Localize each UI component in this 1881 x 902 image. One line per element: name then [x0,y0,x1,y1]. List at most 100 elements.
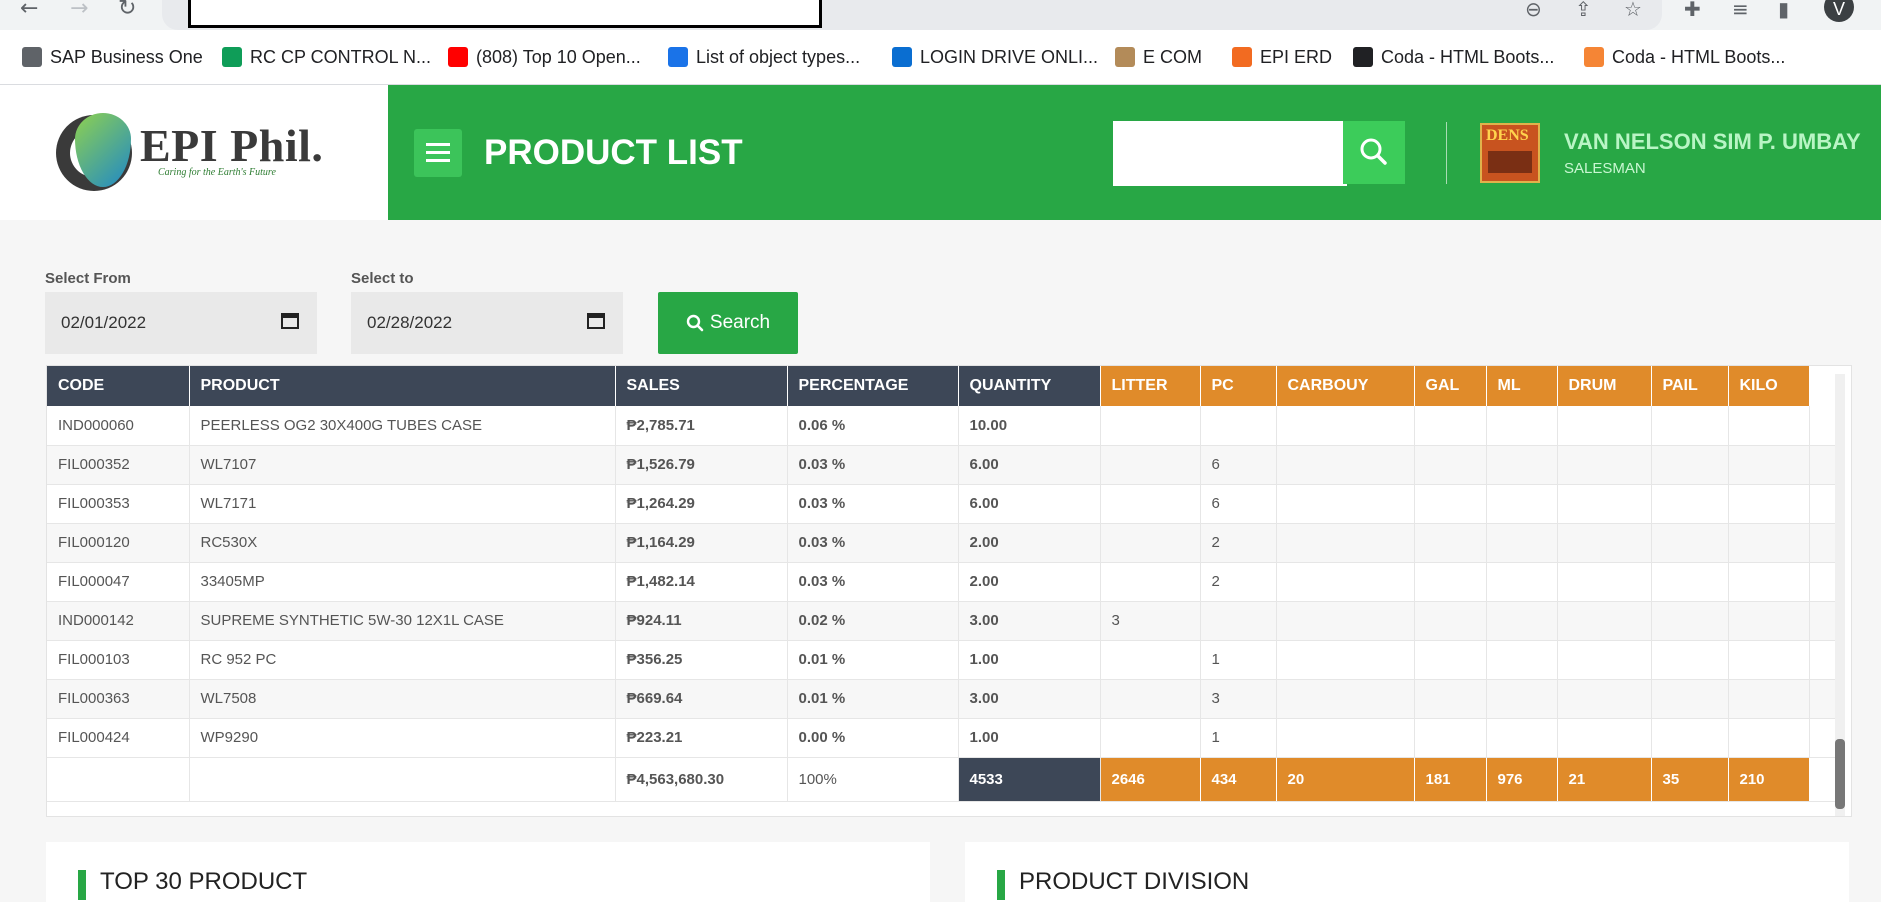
total-kilo: 210 [1728,757,1810,802]
cell-kilo [1728,523,1810,563]
cell-code: FIL000352 [47,445,190,485]
column-header-percentage[interactable]: PERCENTAGE [787,366,959,406]
table-row[interactable]: FIL000103 RC 952 PC ₱356.25 0.01 % 1.00 1 [47,640,1840,680]
forward-arrow-icon[interactable]: → [70,0,88,20]
cell-pail [1651,523,1729,563]
search-input[interactable] [1113,121,1347,186]
side-panel-icon[interactable]: ▮ [1778,0,1789,19]
cell-sales: ₱2,785.71 [615,406,788,446]
total-pail: 35 [1651,757,1729,802]
bookmark-item[interactable]: LOGIN DRIVE ONLI... [892,44,1098,70]
bookmark-item[interactable]: SAP Business One [22,44,203,70]
to-date-input[interactable]: 02/28/2022 [351,292,623,354]
star-icon[interactable]: ☆ [1624,0,1642,19]
column-header-kilo[interactable]: KILO [1728,366,1810,406]
bookmark-item[interactable]: List of object types... [668,44,860,70]
card-accent [997,870,1005,900]
cell-percentage: 0.01 % [787,679,959,719]
ecom-icon [1115,47,1135,67]
product-table: CODE PRODUCT SALES PERCENTAGE QUANTITY LITTER… [47,366,1840,802]
erd-icon [1232,47,1252,67]
product-division-title: PRODUCT DIVISION [1019,868,1250,895]
bookmark-label: EPI ERD [1260,46,1333,67]
column-header-sales[interactable]: SALES [615,366,788,406]
column-header-code[interactable]: CODE [47,366,190,406]
card-accent [78,870,86,900]
bookmark-item[interactable]: Coda - HTML Boots... [1353,44,1554,70]
total-litter: 2646 [1100,757,1201,802]
profile-avatar[interactable]: V [1824,0,1854,22]
cell-pc: 1 [1200,640,1277,680]
table-row[interactable]: IND000142 SUPREME SYNTHETIC 5W-30 12X1L C… [47,601,1840,641]
cell-quantity: 10.00 [958,406,1101,446]
cell-gal [1414,406,1487,446]
scrollbar-thumb[interactable] [1835,739,1845,809]
calendar-icon[interactable] [281,313,299,329]
cell-carbouy [1276,562,1415,602]
extensions-icon[interactable]: ✚ [1684,0,1701,19]
cell-kilo [1728,718,1810,758]
bookmark-item[interactable]: Coda - HTML Boots... [1584,44,1785,70]
column-header-product[interactable]: PRODUCT [189,366,616,406]
column-header-carbouy[interactable]: CARBOUY [1276,366,1415,406]
cell-drum [1557,718,1652,758]
cell-litter [1100,406,1201,446]
date-search-button[interactable]: Search [658,292,798,354]
share-icon[interactable]: ⇪ [1575,0,1592,19]
cell-pail [1651,679,1729,719]
cell-carbouy [1276,523,1415,563]
column-header-pc[interactable]: PC [1200,366,1277,406]
media-icon[interactable]: ≡ [1732,0,1749,19]
cell-drum [1557,562,1652,602]
cell-pc: 2 [1200,562,1277,602]
back-arrow-icon[interactable]: ← [20,0,38,20]
cell-product: RC 952 PC [189,640,616,680]
cell-code: FIL000363 [47,679,190,719]
header-divider [1446,122,1447,184]
youtube-icon [448,47,468,67]
table-row[interactable]: FIL000120 RC530X ₱1,164.29 0.03 % 2.00 2 [47,523,1840,563]
column-header-litter[interactable]: LITTER [1100,366,1201,406]
cell-percentage: 0.03 % [787,445,959,485]
menu-toggle-button[interactable] [414,129,462,177]
cell-product: SUPREME SYNTHETIC 5W-30 12X1L CASE [189,601,616,641]
table-row[interactable]: FIL000353 WL7171 ₱1,264.29 0.03 % 6.00 6 [47,484,1840,524]
table-row[interactable]: FIL000363 WL7508 ₱669.64 0.01 % 3.00 3 [47,679,1840,719]
cell-quantity: 6.00 [958,484,1101,524]
table-row[interactable]: IND000060 PEERLESS OG2 30X400G TUBES CASE… [47,406,1840,446]
cell-code: FIL000424 [47,718,190,758]
bookmark-item[interactable]: RC CP CONTROL N... [222,44,431,70]
reload-icon[interactable]: ↻ [118,0,136,20]
total-quantity: 4533 [958,757,1101,802]
cell-code: FIL000047 [47,562,190,602]
table-row[interactable]: FIL000352 WL7107 ₱1,526.79 0.03 % 6.00 6 [47,445,1840,485]
zoom-out-icon[interactable]: ⊖ [1525,0,1542,19]
user-avatar[interactable]: DENS [1480,123,1540,183]
column-header-quantity[interactable]: QUANTITY [958,366,1101,406]
column-header-drum[interactable]: DRUM [1557,366,1652,406]
column-header-ml[interactable]: ML [1486,366,1558,406]
from-date-input[interactable]: 02/01/2022 [45,292,317,354]
bookmark-item[interactable]: EPI ERD [1232,44,1332,70]
cell-pc [1200,406,1277,446]
cell-carbouy [1276,445,1415,485]
cell-code: FIL000353 [47,484,190,524]
table-row[interactable]: FIL000047 33405MP ₱1,482.14 0.03 % 2.00 2 [47,562,1840,602]
total-ml: 976 [1486,757,1558,802]
user-name[interactable]: VAN NELSON SIM P. UMBAY [1564,129,1861,155]
table-row[interactable]: FIL000424 WP9290 ₱223.21 0.00 % 1.00 1 [47,718,1840,758]
cell-ml [1486,601,1558,641]
column-header-pail[interactable]: PAIL [1651,366,1729,406]
bookmark-item[interactable]: E COM [1115,44,1202,70]
logo[interactable]: EPI Phil. Caring for the Earth's Future [0,85,388,220]
cell-ml [1486,562,1558,602]
total-pc: 434 [1200,757,1277,802]
cell-pail [1651,640,1729,680]
search-button[interactable] [1343,121,1405,184]
calendar-icon[interactable] [587,313,605,329]
top-products-card: TOP 30 PRODUCT [46,842,930,902]
bookmark-item[interactable]: (808) Top 10 Open... [448,44,641,70]
column-header-gal[interactable]: GAL [1414,366,1487,406]
cell-litter [1100,562,1201,602]
cell-quantity: 3.00 [958,601,1101,641]
